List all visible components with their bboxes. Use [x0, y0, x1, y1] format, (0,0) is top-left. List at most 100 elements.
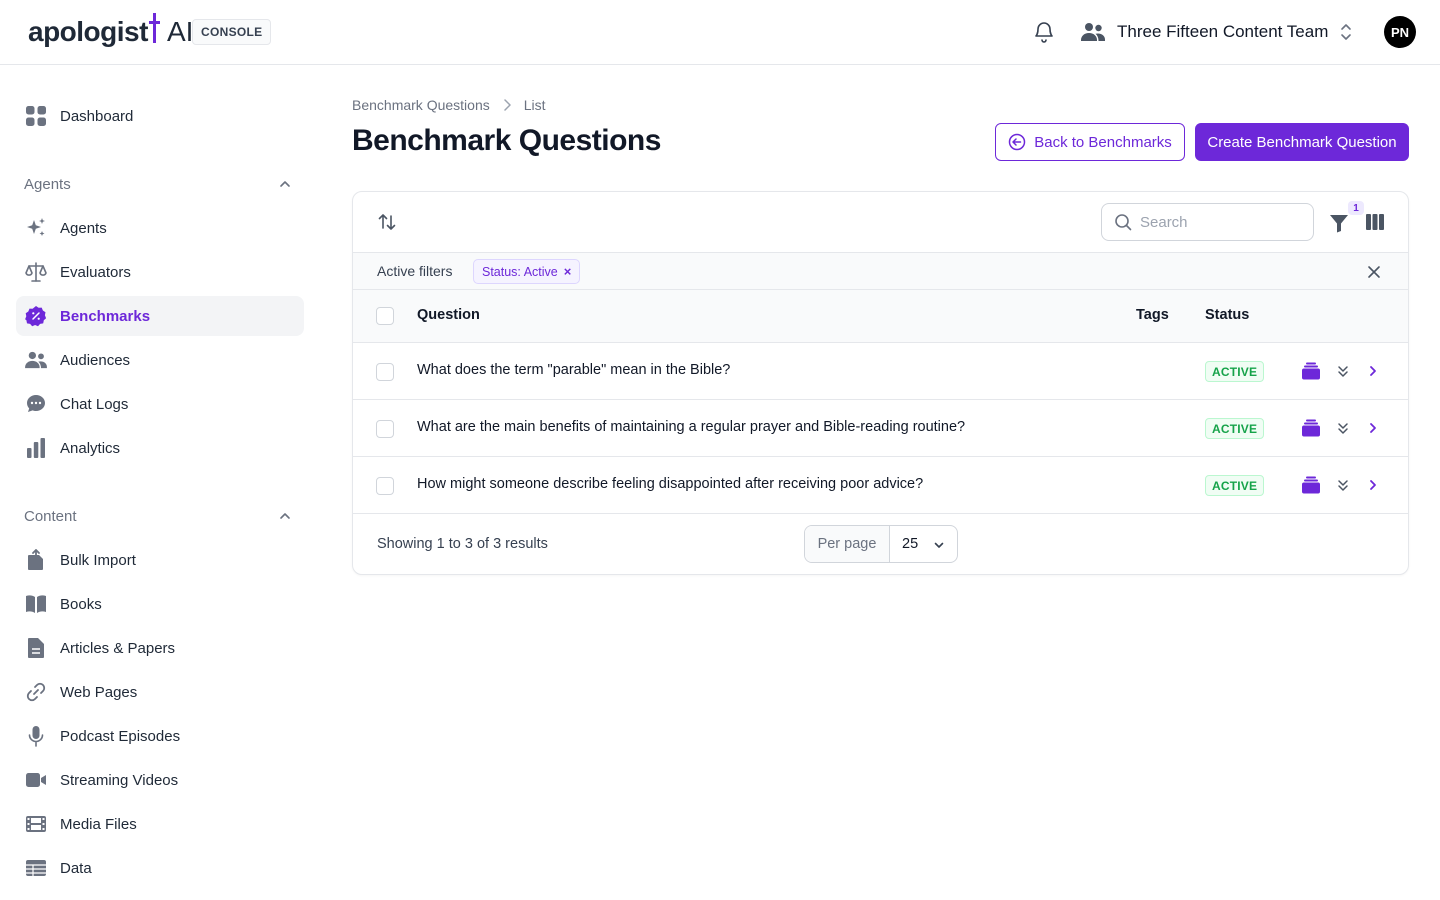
- column-header-status[interactable]: Status: [1205, 307, 1249, 323]
- sidebar-item-chat-logs[interactable]: Chat Logs: [16, 384, 304, 424]
- logo-cross-icon: [148, 13, 161, 43]
- table-row[interactable]: How might someone describe feeling disap…: [353, 457, 1408, 514]
- row-checkbox[interactable]: [376, 477, 394, 495]
- sparkles-icon: [24, 216, 48, 240]
- sidebar-item-media-files[interactable]: Media Files: [16, 804, 304, 844]
- archive-box-icon[interactable]: [1301, 362, 1321, 380]
- status-badge: ACTIVE: [1205, 475, 1265, 496]
- notifications-bell-icon[interactable]: [1032, 20, 1056, 44]
- pagination-results-text: Showing 1 to 3 of 3 results: [377, 536, 548, 552]
- column-header-tags: Tags: [1136, 307, 1169, 323]
- sidebar-item-label: Streaming Videos: [60, 771, 179, 789]
- sort-arrows-icon[interactable]: [377, 212, 397, 232]
- question-text[interactable]: What does the term "parable" mean in the…: [417, 362, 730, 378]
- sidebar-item-data[interactable]: Data: [16, 848, 304, 888]
- table-row[interactable]: What are the main benefits of maintainin…: [353, 400, 1408, 457]
- filter-chip-label: Status: Active: [482, 264, 558, 279]
- back-button-label: Back to Benchmarks: [1034, 133, 1172, 151]
- select-all-checkbox[interactable]: [376, 307, 394, 325]
- logo-ai-text: AI: [166, 16, 194, 47]
- per-page-label: Per page: [805, 526, 890, 562]
- search-input[interactable]: [1140, 213, 1300, 231]
- sidebar-item-articles-papers[interactable]: Articles & Papers: [16, 628, 304, 668]
- question-text[interactable]: What are the main benefits of maintainin…: [417, 419, 965, 435]
- dashboard-grid-icon: [24, 104, 48, 128]
- sidebar-item-podcast-episodes[interactable]: Podcast Episodes: [16, 716, 304, 756]
- sidebar-item-streaming-videos[interactable]: Streaming Videos: [16, 760, 304, 800]
- breadcrumb-parent-link[interactable]: Benchmark Questions: [352, 97, 490, 113]
- sidebar-item-bulk-import[interactable]: Bulk Import: [16, 540, 304, 580]
- table-grid-icon: [24, 856, 48, 880]
- back-to-benchmarks-button[interactable]: Back to Benchmarks: [995, 123, 1185, 161]
- chevron-up-icon[interactable]: [278, 509, 292, 523]
- sidebar-item-audiences[interactable]: Audiences: [16, 340, 304, 380]
- upload-document-icon: [24, 548, 48, 572]
- chevron-right-icon: [503, 99, 511, 111]
- chevron-right-icon[interactable]: [1366, 421, 1380, 435]
- active-filters-bar: Active filters Status: Active ×: [353, 253, 1408, 290]
- sidebar-item-dashboard[interactable]: Dashboard: [16, 96, 304, 136]
- search-icon: [1115, 214, 1132, 231]
- question-text[interactable]: How might someone describe feeling disap…: [417, 476, 923, 492]
- table-row[interactable]: What does the term "parable" mean in the…: [353, 343, 1408, 400]
- chevron-double-down-icon[interactable]: [1335, 477, 1351, 493]
- team-switcher-name[interactable]: Three Fifteen Content Team: [1117, 21, 1328, 43]
- audience-users-icon: [24, 348, 48, 372]
- filter-count-badge: 1: [1348, 201, 1364, 215]
- per-page-selected: 25: [902, 536, 919, 552]
- sidebar-item-label: Audiences: [60, 351, 131, 369]
- arrow-left-circle-icon: [1008, 133, 1026, 151]
- search-field[interactable]: [1101, 203, 1314, 241]
- sidebar-item-label: Data: [60, 859, 92, 877]
- document-text-icon: [24, 636, 48, 660]
- sidebar-group-content-label: Content: [24, 508, 77, 525]
- archive-box-icon[interactable]: [1301, 419, 1321, 437]
- per-page-value[interactable]: 25: [890, 526, 957, 562]
- team-users-icon[interactable]: [1081, 21, 1105, 43]
- sidebar-item-benchmarks[interactable]: Benchmarks: [16, 296, 304, 336]
- table-header: Question Tags Status: [353, 290, 1408, 343]
- apologist-ai-logo[interactable]: apologist AI: [28, 13, 194, 50]
- clear-filters-close-icon[interactable]: [1366, 264, 1382, 280]
- chevron-right-icon[interactable]: [1366, 364, 1380, 378]
- chevron-up-down-icon[interactable]: [1338, 22, 1354, 42]
- link-chain-icon: [24, 680, 48, 704]
- breadcrumb: Benchmark Questions List: [352, 97, 546, 113]
- chevron-right-icon[interactable]: [1366, 478, 1380, 492]
- sidebar-item-agents[interactable]: Agents: [16, 208, 304, 248]
- per-page-select[interactable]: Per page 25: [804, 525, 958, 563]
- breadcrumb-current: List: [523, 97, 546, 113]
- row-checkbox[interactable]: [376, 363, 394, 381]
- status-badge: ACTIVE: [1205, 418, 1265, 439]
- sidebar-item-label: Dashboard: [60, 107, 134, 125]
- sidebar-item-label: Media Files: [60, 815, 137, 833]
- sidebar-item-label: Web Pages: [60, 683, 138, 701]
- columns-toggle-icon[interactable]: [1365, 213, 1385, 231]
- sidebar-item-analytics[interactable]: Analytics: [16, 428, 304, 468]
- create-benchmark-question-button[interactable]: Create Benchmark Question: [1195, 123, 1409, 161]
- open-book-icon: [24, 592, 48, 616]
- chevron-down-icon: [934, 542, 944, 548]
- bar-chart-icon: [24, 436, 48, 460]
- sidebar-item-label: Agents: [60, 219, 107, 237]
- archive-box-icon[interactable]: [1301, 476, 1321, 494]
- chevron-double-down-icon[interactable]: [1335, 420, 1351, 436]
- sidebar-item-evaluators[interactable]: Evaluators: [16, 252, 304, 292]
- sidebar-item-label: Podcast Episodes: [60, 727, 181, 745]
- chevron-up-icon[interactable]: [278, 177, 292, 191]
- logo-wordmark: apologist: [28, 16, 148, 47]
- sidebar: Dashboard Agents Agents Evaluators Bench…: [0, 65, 320, 900]
- chat-bubble-icon: [24, 392, 48, 416]
- user-avatar[interactable]: PN: [1384, 16, 1416, 48]
- sidebar-item-label: Analytics: [60, 439, 121, 457]
- benchmark-questions-table-card: 1 Active filters Status: Active × Questi…: [352, 191, 1409, 575]
- column-header-question[interactable]: Question: [417, 307, 480, 323]
- sidebar-item-books[interactable]: Books: [16, 584, 304, 624]
- chevron-double-down-icon[interactable]: [1335, 363, 1351, 379]
- filter-chip-remove-button[interactable]: ×: [564, 264, 572, 279]
- row-checkbox[interactable]: [376, 420, 394, 438]
- sidebar-item-web-pages[interactable]: Web Pages: [16, 672, 304, 712]
- sidebar-item-label: Articles & Papers: [60, 639, 176, 657]
- console-badge: CONSOLE: [192, 19, 272, 45]
- filter-funnel-icon[interactable]: [1328, 212, 1350, 234]
